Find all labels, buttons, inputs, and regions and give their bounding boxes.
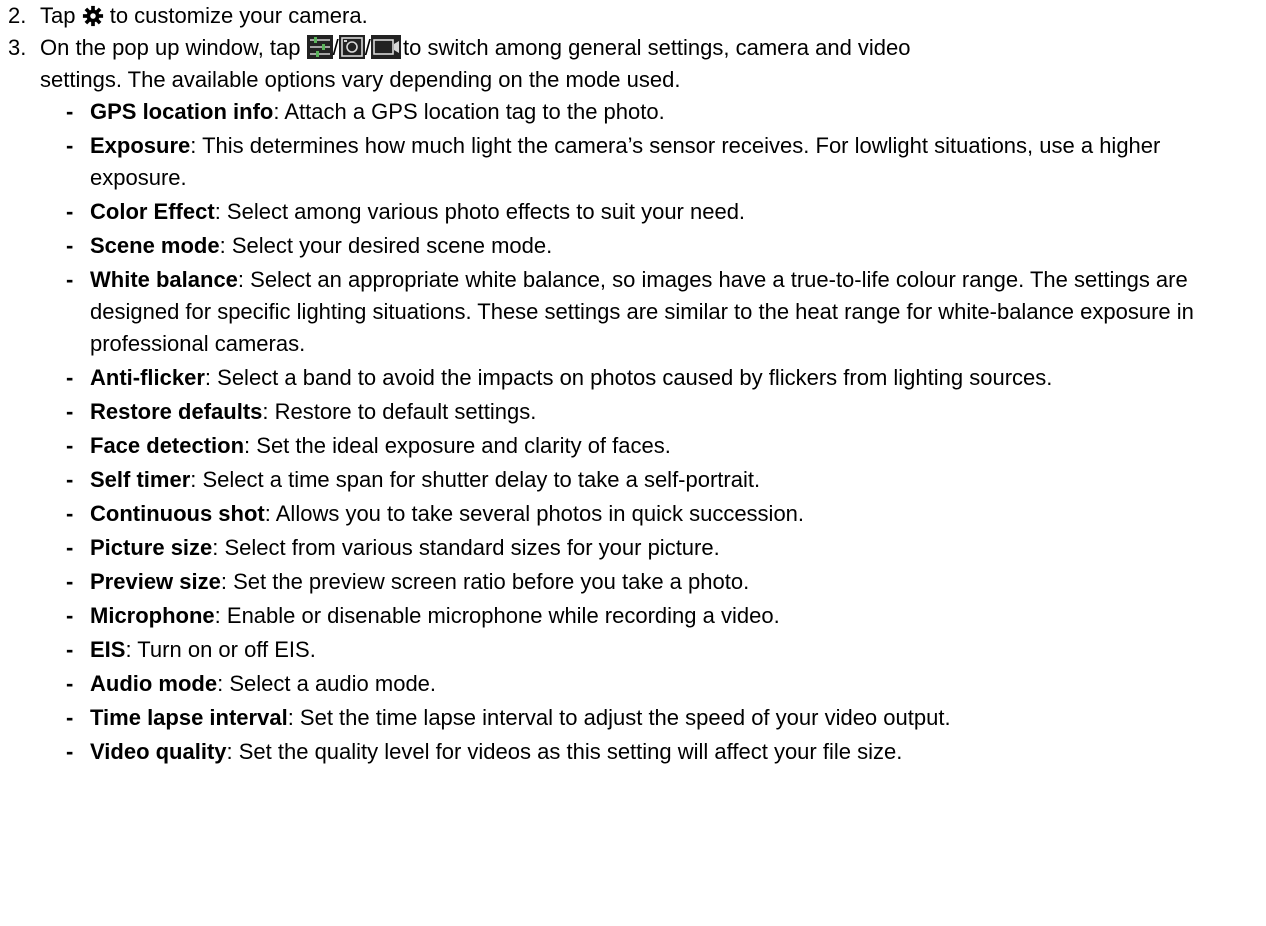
option-term: Microphone	[90, 603, 215, 628]
option-term: White balance	[90, 267, 238, 292]
option-description: : Select a time span for shutter delay t…	[190, 467, 761, 492]
bullet-marker: -	[66, 399, 74, 424]
bullet-marker: -	[66, 99, 74, 124]
settings-option-list: - GPS location info: Attach a GPS locatio…	[64, 96, 1260, 770]
list-item: - Time lapse interval: Set the time lapse…	[64, 702, 1260, 734]
bullet-marker: -	[66, 705, 74, 730]
list-item: - Color Effect: Select among various phot…	[64, 196, 1260, 228]
option-description: : Select from various standard sizes for…	[212, 535, 720, 560]
option-description: : Set the ideal exposure and clarity of …	[244, 433, 671, 458]
option-term: Exposure	[90, 133, 191, 158]
list-item: - Face detection: Set the ideal exposure …	[64, 430, 1260, 462]
option-description: : Select a band to avoid the impacts on …	[204, 365, 1053, 390]
bullet-marker: -	[66, 467, 74, 492]
list-item: - GPS location info: Attach a GPS locatio…	[64, 96, 1260, 128]
list-item: - Video quality: Set the quality level fo…	[64, 736, 1260, 768]
option-description: : Select your desired scene mode.	[219, 233, 553, 258]
option-description: : Select an appropriate white balance, s…	[90, 267, 1194, 356]
bullet-marker: -	[66, 133, 74, 158]
manual-page: 2. Tap to customize your camera. 3. On the…	[0, 0, 1266, 926]
bullet-marker: -	[66, 365, 74, 390]
option-description: : Set the quality level for videos as th…	[226, 739, 903, 764]
list-item: - Microphone: Enable or disenable microph…	[64, 600, 1260, 632]
option-term: Time lapse interval	[90, 705, 288, 730]
step-number: 3.	[8, 35, 27, 60]
option-description: : Select a audio mode.	[217, 671, 437, 696]
option-description: : Select among various photo effects to …	[214, 199, 746, 224]
option-term: Video quality	[90, 739, 227, 764]
bullet-marker: -	[66, 267, 74, 292]
list-item: - EIS: Turn on or off EIS.	[64, 634, 1260, 666]
option-term: Continuous shot	[90, 501, 265, 526]
bullet-marker: -	[66, 637, 74, 662]
sliders-icon	[306, 35, 333, 59]
bullet-marker: -	[66, 739, 74, 764]
option-term: Self timer	[90, 467, 191, 492]
step-number: 2.	[8, 3, 27, 28]
step-3: 3. On the pop up window, tap / / to switch…	[8, 32, 1260, 64]
camera-icon	[338, 35, 365, 59]
list-item: - Scene mode: Select your desired scene m…	[64, 230, 1260, 262]
bullet-marker: -	[66, 535, 74, 560]
option-description: : This determines how much light the cam…	[90, 133, 1161, 190]
option-description: : Set the time lapse interval to adjust …	[287, 705, 951, 730]
list-item: - Self timer: Select a time span for shut…	[64, 464, 1260, 496]
list-item: - Continuous shot: Allows you to take sev…	[64, 498, 1260, 530]
list-item: - White balance: Select an appropriate wh…	[64, 264, 1260, 360]
option-term: Face detection	[90, 433, 245, 458]
step-text-before: On the pop up window, tap	[40, 35, 307, 60]
step-text-after: to customize your camera.	[103, 3, 368, 28]
list-item: - Restore defaults: Restore to default se…	[64, 396, 1260, 428]
option-description: : Restore to default settings.	[262, 399, 537, 424]
bullet-marker: -	[66, 671, 74, 696]
list-item: - Audio mode: Select a audio mode.	[64, 668, 1260, 700]
option-term: Anti-flicker	[90, 365, 205, 390]
option-description: : Turn on or off EIS.	[125, 637, 316, 662]
list-item: - Preview size: Set the preview screen ra…	[64, 566, 1260, 598]
list-item: - Exposure: This determines how much ligh…	[64, 130, 1260, 194]
option-description: : Attach a GPS location tag to the photo…	[273, 99, 665, 124]
bullet-marker: -	[66, 603, 74, 628]
option-description: : Enable or disenable microphone while r…	[214, 603, 780, 628]
option-term: Audio mode	[90, 671, 218, 696]
bullet-marker: -	[66, 233, 74, 258]
video-icon	[370, 35, 401, 59]
bullet-marker: -	[66, 569, 74, 594]
option-term: Restore defaults	[90, 399, 263, 424]
step-text-before: Tap	[40, 3, 82, 28]
step-text-after: to switch among general settings, camera…	[396, 35, 911, 60]
step-2: 2. Tap to customize your camera.	[8, 0, 1260, 36]
option-term: Picture size	[90, 535, 213, 560]
option-description: : Allows you to take several photos in q…	[264, 501, 805, 526]
list-item: - Picture size: Select from various stand…	[64, 532, 1260, 564]
bullet-marker: -	[66, 433, 74, 458]
option-term: Color Effect	[90, 199, 215, 224]
bullet-marker: -	[66, 501, 74, 526]
bullet-marker: -	[66, 199, 74, 224]
option-term: Scene mode	[90, 233, 220, 258]
option-term: GPS location info	[90, 99, 274, 124]
option-description: : Set the preview screen ratio before yo…	[220, 569, 750, 594]
list-item: - Anti-flicker: Select a band to avoid th…	[64, 362, 1260, 394]
option-term: Preview size	[90, 569, 221, 594]
option-term: EIS	[90, 637, 126, 662]
step-3-continuation: settings. The available options vary dep…	[40, 67, 681, 92]
